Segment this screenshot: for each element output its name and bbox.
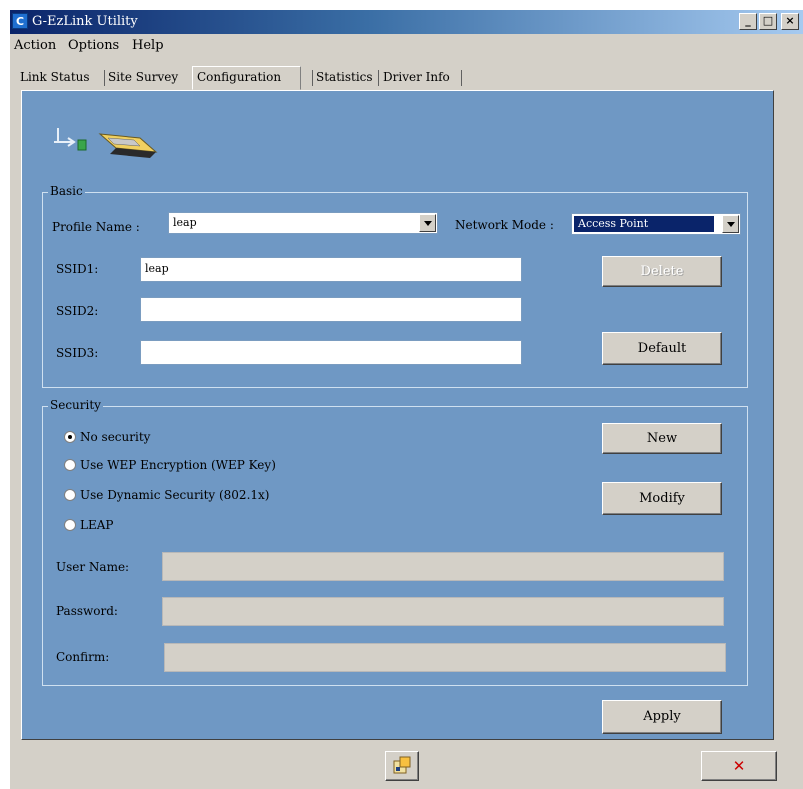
profile-name-value: leap <box>173 216 197 229</box>
ssid1-label: SSID1: <box>56 262 99 276</box>
chevron-down-icon[interactable] <box>419 214 436 232</box>
tab-separator <box>378 70 379 86</box>
user-name-input[interactable] <box>162 552 724 581</box>
network-mode-value: Access Point <box>574 216 714 232</box>
password-label: Password: <box>56 604 118 618</box>
exit-button[interactable]: ✕ <box>701 751 777 781</box>
confirm-label: Confirm: <box>56 650 110 664</box>
menu-help[interactable]: Help <box>132 38 164 53</box>
radio-label: No security <box>80 430 151 444</box>
ssid3-input[interactable] <box>140 340 522 365</box>
password-input[interactable] <box>162 597 724 626</box>
network-adapter-icon <box>54 128 158 158</box>
close-icon: ✕ <box>732 757 746 775</box>
ssid2-label: SSID2: <box>56 304 99 318</box>
radio-icon[interactable] <box>64 519 76 531</box>
menu-options[interactable]: Options <box>68 38 119 53</box>
ssid1-input[interactable]: leap <box>140 257 522 282</box>
profile-name-label: Profile Name : <box>52 220 140 234</box>
tab-separator <box>312 70 313 86</box>
modify-button[interactable]: Modify <box>602 482 722 515</box>
radio-wep-encryption[interactable]: Use WEP Encryption (WEP Key) <box>64 458 276 472</box>
window-title: G-EzLink Utility <box>32 14 138 29</box>
radio-dynamic-security[interactable]: Use Dynamic Security (802.1x) <box>64 488 269 502</box>
ssid2-input[interactable] <box>140 297 522 322</box>
radio-icon[interactable] <box>64 459 76 471</box>
delete-button[interactable]: Delete <box>602 256 722 287</box>
tab-separator <box>104 70 105 86</box>
tab-statistics[interactable]: Statistics <box>316 69 373 87</box>
chevron-down-icon[interactable] <box>722 215 739 233</box>
minimize-button[interactable]: _ <box>739 13 757 30</box>
apply-button[interactable]: Apply <box>602 700 722 734</box>
security-group-label: Security <box>48 398 103 412</box>
radio-label: Use WEP Encryption (WEP Key) <box>80 458 276 472</box>
maximize-button[interactable]: □ <box>759 13 777 30</box>
menu-action[interactable]: Action <box>14 38 56 53</box>
radio-icon[interactable] <box>64 489 76 501</box>
tab-driver-info[interactable]: Driver Info <box>383 69 450 87</box>
radio-checked-icon[interactable] <box>64 431 76 443</box>
network-tray-icon <box>393 756 411 774</box>
radio-no-security[interactable]: No security <box>64 430 150 444</box>
default-button[interactable]: Default <box>602 332 722 365</box>
ssid3-label: SSID3: <box>56 346 99 360</box>
tab-separator <box>461 70 462 86</box>
tab-configuration[interactable]: Configuration <box>192 66 301 90</box>
tab-link-status[interactable]: Link Status <box>20 69 90 87</box>
radio-label: Use Dynamic Security (802.1x) <box>80 488 270 502</box>
network-mode-label: Network Mode : <box>455 218 554 232</box>
close-window-button[interactable]: × <box>781 13 799 30</box>
user-name-label: User Name: <box>56 560 130 574</box>
tab-site-survey[interactable]: Site Survey <box>108 69 178 87</box>
app-logo-icon: C <box>12 13 28 29</box>
new-button[interactable]: New <box>602 423 722 454</box>
tray-button[interactable] <box>385 751 419 781</box>
menu-bar: Action Options Help <box>10 34 803 56</box>
confirm-input[interactable] <box>164 643 726 672</box>
basic-group-label: Basic <box>48 184 85 198</box>
radio-leap[interactable]: LEAP <box>64 518 113 532</box>
profile-name-dropdown[interactable]: leap <box>168 212 438 234</box>
radio-label: LEAP <box>80 518 114 532</box>
network-mode-dropdown[interactable]: Access Point <box>571 213 741 235</box>
title-bar[interactable]: C G-EzLink Utility _ □ × <box>10 10 803 34</box>
